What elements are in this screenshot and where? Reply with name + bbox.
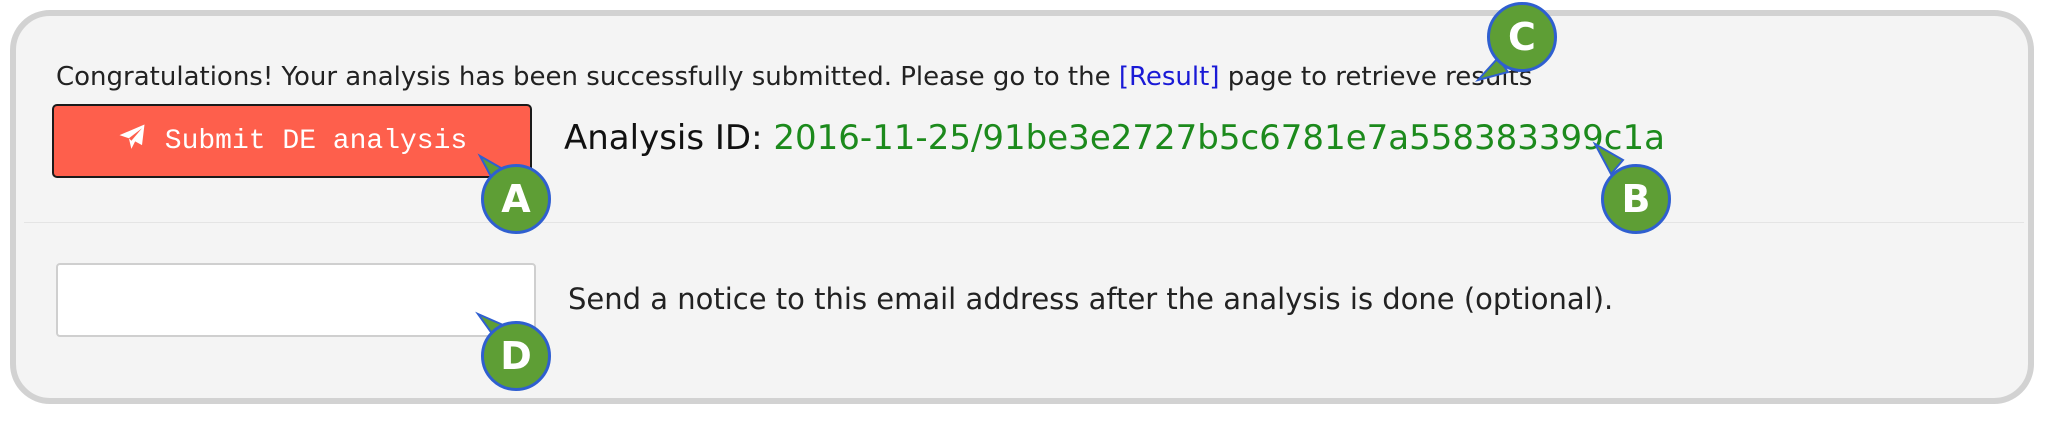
email-field[interactable] [56,263,536,337]
paper-plane-icon [117,122,147,161]
analysis-id-display: Analysis ID: 2016-11-25/91be3e2727b5c678… [564,116,1665,160]
analysis-id-value: 2016-11-25/91be3e2727b5c6781e7a558383399… [773,118,1665,158]
result-link[interactable]: [Result] [1119,62,1220,92]
submit-de-analysis-button[interactable]: Submit DE analysis [52,104,532,178]
submit-button-label: Submit DE analysis [164,125,468,157]
notice-text-before: Congratulations! Your analysis has been … [56,62,1119,92]
callout-c: C [1487,2,1557,72]
callout-d: D [481,321,551,391]
callout-a: A [481,164,551,234]
callout-b: B [1601,164,1671,234]
submission-notice: Congratulations! Your analysis has been … [56,60,1532,94]
divider [24,222,2024,223]
email-help-text: Send a notice to this email address afte… [568,282,1614,316]
analysis-id-label: Analysis ID: [564,118,774,158]
